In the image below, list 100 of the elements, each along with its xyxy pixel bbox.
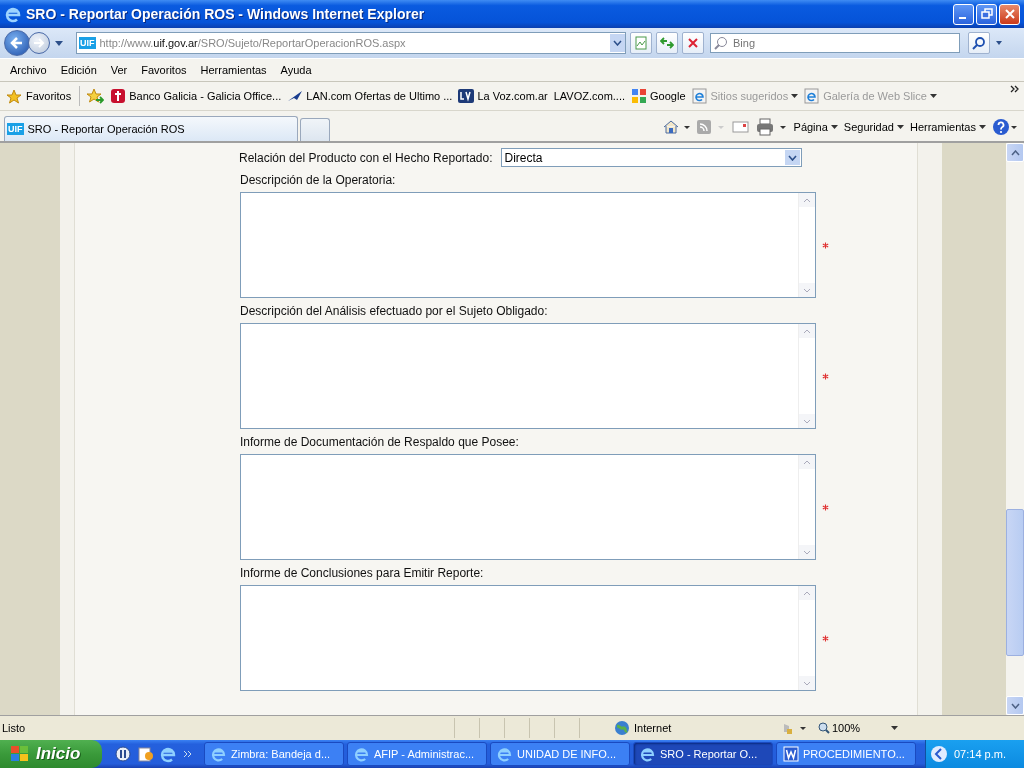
- clock: 07:14 p.m.: [954, 748, 1006, 760]
- history-dropdown-icon[interactable]: [54, 39, 64, 47]
- menu-item[interactable]: Herramientas: [193, 64, 274, 76]
- word-document-icon: [783, 746, 799, 762]
- start-button[interactable]: Inicio: [0, 740, 102, 768]
- scroll-up-icon[interactable]: [1010, 149, 1020, 156]
- menu-item[interactable]: Ayuda: [273, 64, 319, 76]
- required-asterisk-icon: [822, 503, 829, 511]
- favorite-link[interactable]: Banco Galicia - Galicia Office...: [110, 88, 282, 104]
- menu-item[interactable]: Favoritos: [134, 64, 194, 76]
- ie-page-icon: [804, 88, 821, 104]
- search-field[interactable]: Bing: [710, 33, 960, 53]
- taskbar-button[interactable]: SRO - Reportar O...: [633, 742, 773, 766]
- required-asterisk-icon: [822, 634, 829, 642]
- ie-icon: [640, 746, 656, 762]
- caret-icon: [830, 124, 838, 130]
- plane-icon: [287, 89, 304, 103]
- compatibility-button[interactable]: [630, 32, 652, 54]
- search-button[interactable]: [968, 32, 990, 54]
- zoom-control[interactable]: 100%: [818, 722, 898, 734]
- close-button[interactable]: [999, 3, 1020, 25]
- back-button[interactable]: [4, 30, 30, 56]
- zoom-icon: [818, 722, 830, 734]
- stop-button[interactable]: [682, 32, 704, 54]
- caret-icon: [896, 124, 904, 130]
- taskbar-button[interactable]: UNIDAD DE INFO...: [490, 742, 630, 766]
- restore-icon: [980, 8, 993, 20]
- menu-item[interactable]: Archivo: [3, 64, 54, 76]
- required-asterisk-icon: [822, 372, 829, 380]
- page-scrollbar[interactable]: [1006, 143, 1024, 715]
- search-icon: [972, 36, 986, 50]
- favorite-link[interactable]: La Voz.com.ar: [458, 88, 548, 104]
- menu-item[interactable]: Edición: [53, 64, 104, 76]
- restore-button[interactable]: [976, 3, 997, 25]
- document-icon[interactable]: [137, 746, 153, 762]
- taskbar-button[interactable]: Zimbra: Bandeja d...: [204, 742, 344, 766]
- ie-icon: [497, 746, 513, 762]
- security-zone: Internet: [634, 722, 673, 734]
- dropdown-button[interactable]: [610, 34, 625, 52]
- address-field[interactable]: UIF http://www.uif.gov.ar/SRO/Sujeto/ReportarOperacionROS.aspx: [76, 32, 626, 54]
- ie-logo-icon: [4, 5, 22, 23]
- forward-button[interactable]: [28, 32, 50, 54]
- arrow-right-icon: [32, 36, 46, 50]
- caret-icon: [979, 124, 986, 130]
- relation-select[interactable]: Directa: [500, 148, 802, 167]
- refresh-icon: [660, 36, 674, 50]
- mail-icon[interactable]: [731, 120, 750, 134]
- minimize-button[interactable]: [953, 3, 974, 25]
- favorite-link[interactable]: Google: [631, 88, 686, 104]
- new-tab-button[interactable]: [300, 118, 330, 141]
- field-label: Descripción de la Operatoria:: [240, 173, 397, 187]
- more-icon[interactable]: [1010, 83, 1020, 95]
- command-menu[interactable]: Seguridad: [843, 121, 904, 133]
- squares-logo-icon: [631, 88, 648, 104]
- star-icon: [6, 88, 22, 104]
- stop-icon: [687, 37, 699, 49]
- window-title: SRO - Reportar Operación ROS - Windows Internet Explorer: [26, 6, 426, 22]
- page-chart-icon: [634, 36, 648, 50]
- home-icon[interactable]: [661, 119, 690, 135]
- globe-icon: [614, 720, 630, 736]
- tab-title: SRO - Reportar Operación ROS: [27, 123, 185, 135]
- caret-icon: [891, 725, 898, 731]
- favorite-link[interactable]: LAN.com Ofertas de Ultimo ...: [287, 89, 453, 103]
- taskbar-button[interactable]: PROCEDIMIENTO...: [776, 742, 916, 766]
- favorites-button[interactable]: Favoritos: [4, 88, 74, 104]
- site-logo: UIF: [79, 37, 96, 49]
- command-menu[interactable]: Página: [793, 121, 838, 133]
- ie-page-icon: [691, 88, 708, 104]
- ie-icon: [354, 746, 370, 762]
- scroll-thumb[interactable]: [1006, 509, 1024, 656]
- minimize-icon: [958, 17, 966, 19]
- scroll-down-icon[interactable]: [1010, 702, 1020, 709]
- pause-icon[interactable]: [115, 746, 131, 762]
- field-label: Informe de Conclusiones para Emitir Reporte:: [240, 566, 485, 580]
- ie-icon: [211, 746, 227, 762]
- show-hidden-icons-icon[interactable]: [930, 745, 948, 763]
- chevron-down-icon: [787, 154, 797, 161]
- search-options-icon[interactable]: [994, 39, 1004, 47]
- menu-item[interactable]: Ver: [103, 64, 135, 76]
- site-logo: UIF: [7, 123, 24, 135]
- favorite-link[interactable]: LAVOZ.com....: [553, 90, 626, 102]
- help-icon[interactable]: [992, 118, 1018, 136]
- command-menu[interactable]: Herramientas: [909, 121, 986, 133]
- chevron-down-icon: [613, 40, 622, 46]
- field-label: Descripción del Análisis efectuado por el Sujeto Obligado:: [240, 304, 549, 318]
- status-text: Listo: [2, 722, 27, 734]
- arrow-left-icon: [9, 35, 25, 51]
- required-asterisk-icon: [822, 241, 829, 249]
- add-favorite-icon[interactable]: [86, 88, 105, 104]
- field-label: Relación del Producto con el Hecho Reportado:: [239, 150, 493, 165]
- search-icon: [714, 36, 728, 50]
- field-label: Informe de Documentación de Respaldo que Posee:: [240, 435, 520, 449]
- print-icon[interactable]: [755, 118, 788, 136]
- ie-icon[interactable]: [159, 745, 177, 763]
- url-text: http://www.uif.gov.ar/SRO/Sujeto/ReportarOperacionROS.aspx: [99, 37, 407, 49]
- refresh-button[interactable]: [656, 32, 678, 54]
- browser-tab[interactable]: UIF SRO - Reportar Operación ROS: [4, 116, 298, 141]
- taskbar-button[interactable]: AFIP - Administrac...: [347, 742, 487, 766]
- caret-icon: [791, 93, 799, 99]
- close-icon: [1003, 8, 1016, 20]
